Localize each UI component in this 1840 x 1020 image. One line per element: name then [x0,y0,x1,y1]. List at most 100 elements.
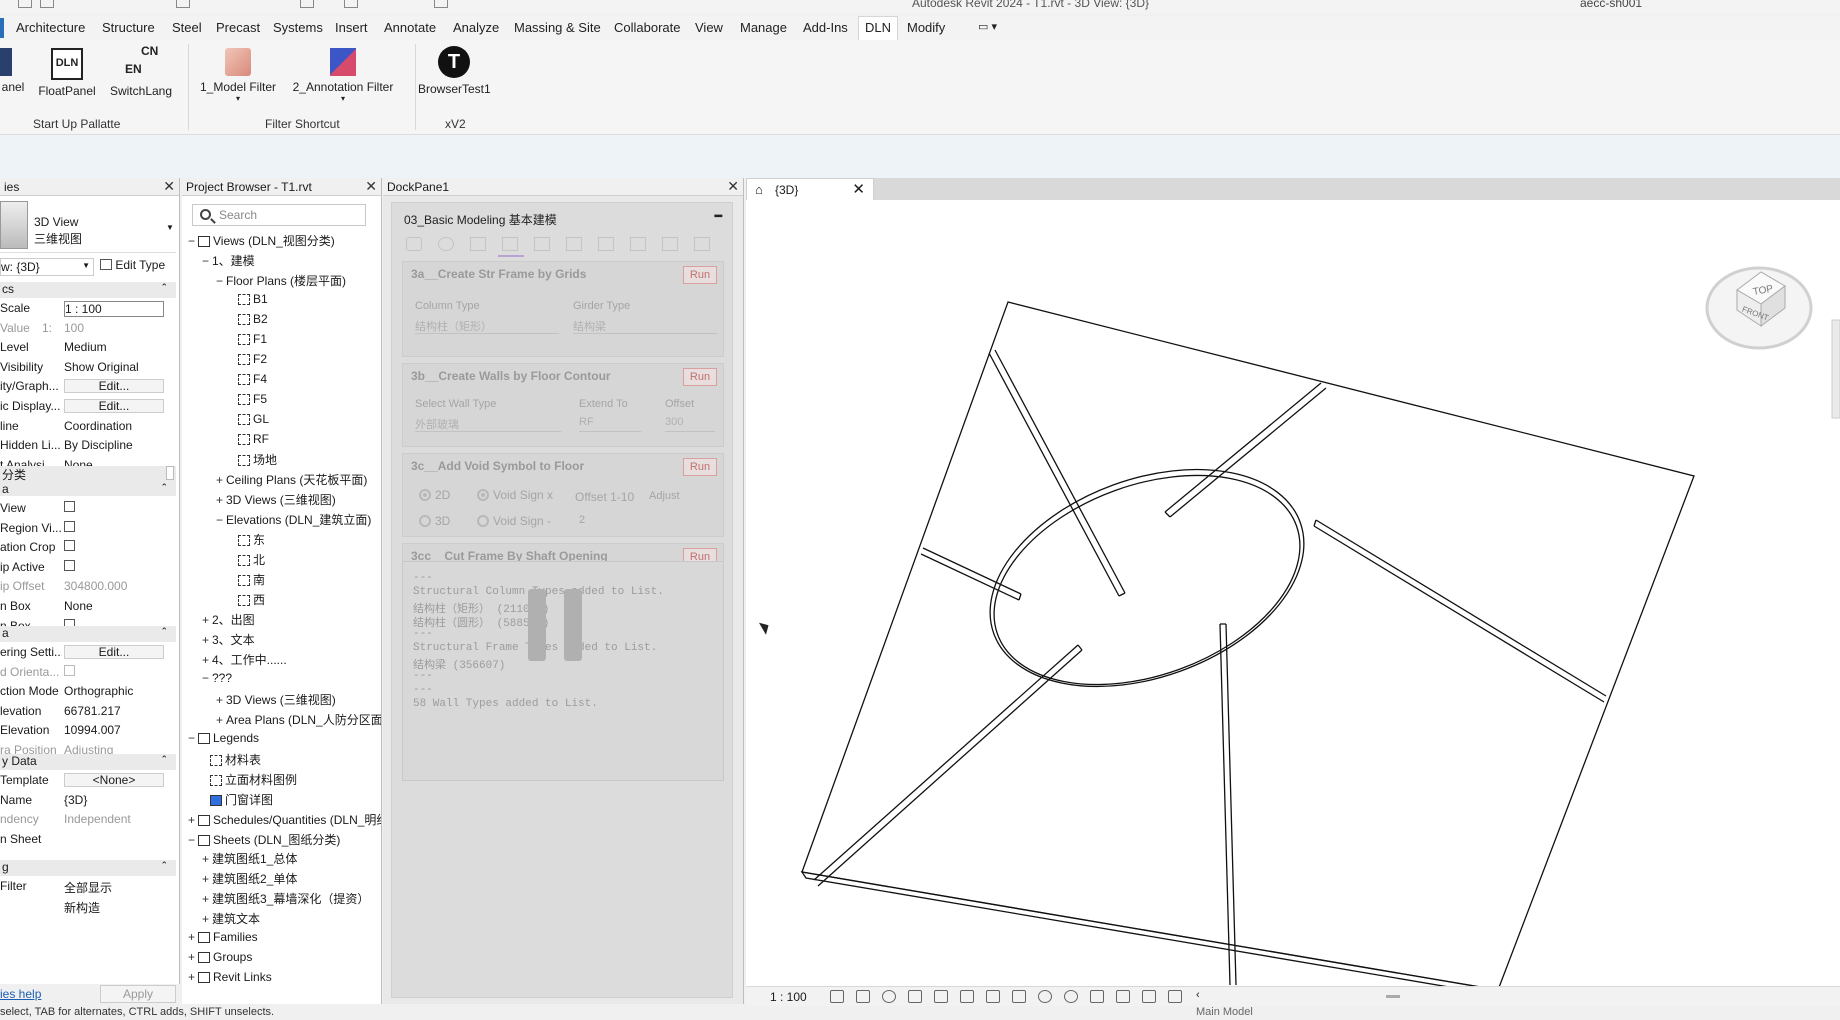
radio-void-dash[interactable]: Void Sign - [477,514,551,528]
tree-item[interactable]: 北 [230,551,265,568]
visual-style-icon[interactable] [856,990,870,1003]
category-camera[interactable]: a ⌃ [0,626,176,642]
tool-icon[interactable] [662,237,678,251]
tab-architecture[interactable]: Architecture [16,20,85,35]
collapse-icon[interactable]: − [216,274,226,288]
expand-icon[interactable]: + [202,872,212,886]
expand-icon[interactable]: + [188,930,198,944]
property-value[interactable]: Edit... [64,379,164,394]
tool-icon[interactable] [566,237,582,251]
tab-massing-site[interactable]: Massing & Site [514,20,601,35]
collapse-icon[interactable]: − [188,731,198,745]
extend-to-select[interactable]: RF [579,414,641,432]
property-value[interactable]: {3D} [64,793,164,807]
tree-item[interactable]: + Area Plans (DLN_人防分区面积) [216,711,381,728]
render-icon[interactable] [934,990,948,1003]
tool-icon[interactable] [438,237,454,251]
tree-item[interactable]: − Floor Plans (楼层平面) [216,272,346,289]
expand-icon[interactable]: + [188,970,198,984]
view-instance-selector[interactable]: w: {3D} ▼ [0,258,94,276]
property-value[interactable]: 304800.000 [64,579,164,593]
browsertest-button[interactable]: T BrowserTest1 [418,46,491,96]
collapse-icon[interactable]: ⌃ [160,860,168,871]
collapse-icon[interactable]: ⌃ [160,626,168,637]
tree-item[interactable]: RF [230,432,269,446]
tree-item[interactable]: 材料表 [202,751,261,768]
tab-add-ins[interactable]: Add-Ins [803,20,848,35]
property-value[interactable]: 66781.217 [64,704,164,718]
show-crop-icon[interactable] [986,990,1000,1003]
apply-button[interactable]: Apply [100,985,176,1003]
close-icon[interactable]: ✕ [852,180,865,198]
category-classification[interactable]: 分类 [0,466,176,482]
tree-item[interactable]: −1、建模 [202,252,255,269]
tool-icon[interactable] [598,237,614,251]
tree-item[interactable]: F1 [230,332,267,346]
minimize-icon[interactable]: ━ [715,209,722,223]
floatpanel-button[interactable]: DLN FloatPanel [36,48,98,98]
type-selector[interactable]: 3D View 三维视图 ▼ [0,197,176,253]
chevron-down-icon[interactable]: ▼ [166,223,174,232]
text-icon[interactable] [344,0,358,8]
tab-manage[interactable]: Manage [740,20,787,35]
property-value[interactable]: 100 [64,321,164,335]
tree-item[interactable]: − Sheets (DLN_图纸分类) [188,831,340,848]
analytical-model-icon[interactable] [1116,990,1130,1003]
tab-annotate[interactable]: Annotate [384,20,436,35]
reveal-constraints-icon[interactable] [1168,990,1182,1003]
lock-view-icon[interactable] [1012,990,1026,1003]
property-value[interactable]: 10994.007 [64,723,164,737]
tree-item[interactable]: F4 [230,372,267,386]
expand-icon[interactable]: + [202,852,212,866]
close-icon[interactable]: ✕ [163,178,175,195]
property-value[interactable]: Medium [64,340,164,354]
collapse-icon[interactable]: ⌃ [160,754,168,765]
tree-item[interactable]: + 建筑文本 [202,910,260,927]
property-value[interactable]: Show Original [64,360,164,374]
close-icon[interactable]: ✕ [727,178,739,195]
adjust-button[interactable]: Adjust [649,490,680,502]
tab-modify[interactable]: Modify [907,20,945,35]
expand-icon[interactable]: + [202,613,212,627]
expand-icon[interactable]: + [188,950,198,964]
view-tab-3d[interactable]: ⌂ {3D} ✕ [746,178,874,200]
property-value[interactable]: 新构造 [64,899,164,916]
wall-type-select[interactable]: 外部玻璃 [415,414,561,432]
tree-item[interactable]: − Views (DLN_视图分类) [188,232,335,249]
tree-item[interactable]: + Revit Links [188,970,272,984]
tree-item[interactable]: + Ceiling Plans (天花板平面) [216,471,367,488]
print-icon[interactable] [176,0,190,8]
tree-item[interactable]: B1 [230,292,268,306]
tree-item[interactable]: 东 [230,531,265,548]
category-identity-data[interactable]: y Data ⌃ [0,754,176,770]
collapse-icon[interactable]: − [188,833,198,847]
tree-item[interactable]: +3D Views (三维视图) [216,691,336,708]
run-button[interactable]: Run [683,368,717,386]
offset-input[interactable]: 300 [665,414,715,432]
expand-icon[interactable]: + [202,892,212,906]
property-checkbox[interactable] [64,520,164,535]
tool-icon[interactable] [694,237,710,251]
property-value[interactable]: Edit... [64,645,164,659]
view-settings-icon[interactable] [434,0,448,8]
tree-item[interactable]: − Elevations (DLN_建筑立面) [216,511,371,528]
radio-3d[interactable]: 3D [419,514,450,528]
tree-item[interactable]: F5 [230,392,267,406]
expand-icon[interactable]: + [216,493,226,507]
measure-icon[interactable] [300,0,314,8]
model-filter-button[interactable]: 1_Model Filter ▾ [198,48,278,103]
expand-icon[interactable]: + [202,633,212,647]
reveal-hidden-icon[interactable] [1064,990,1078,1003]
expand-icon[interactable]: + [188,813,198,827]
tab-systems[interactable]: Systems [273,20,323,35]
property-checkbox[interactable] [64,501,164,515]
tree-item[interactable]: + Schedules/Quantities (DLN_明细表) [188,811,381,828]
tab-analyze[interactable]: Analyze [453,20,499,35]
property-value[interactable]: By Discipline [64,438,164,452]
open-icon[interactable] [18,0,32,8]
property-value[interactable]: 全部显示 [64,879,164,896]
tool-icon-active[interactable] [502,237,518,251]
browser-search-input[interactable]: Search [192,204,366,226]
tool-icon[interactable] [470,237,486,251]
worksharing-icon[interactable] [1090,990,1104,1003]
